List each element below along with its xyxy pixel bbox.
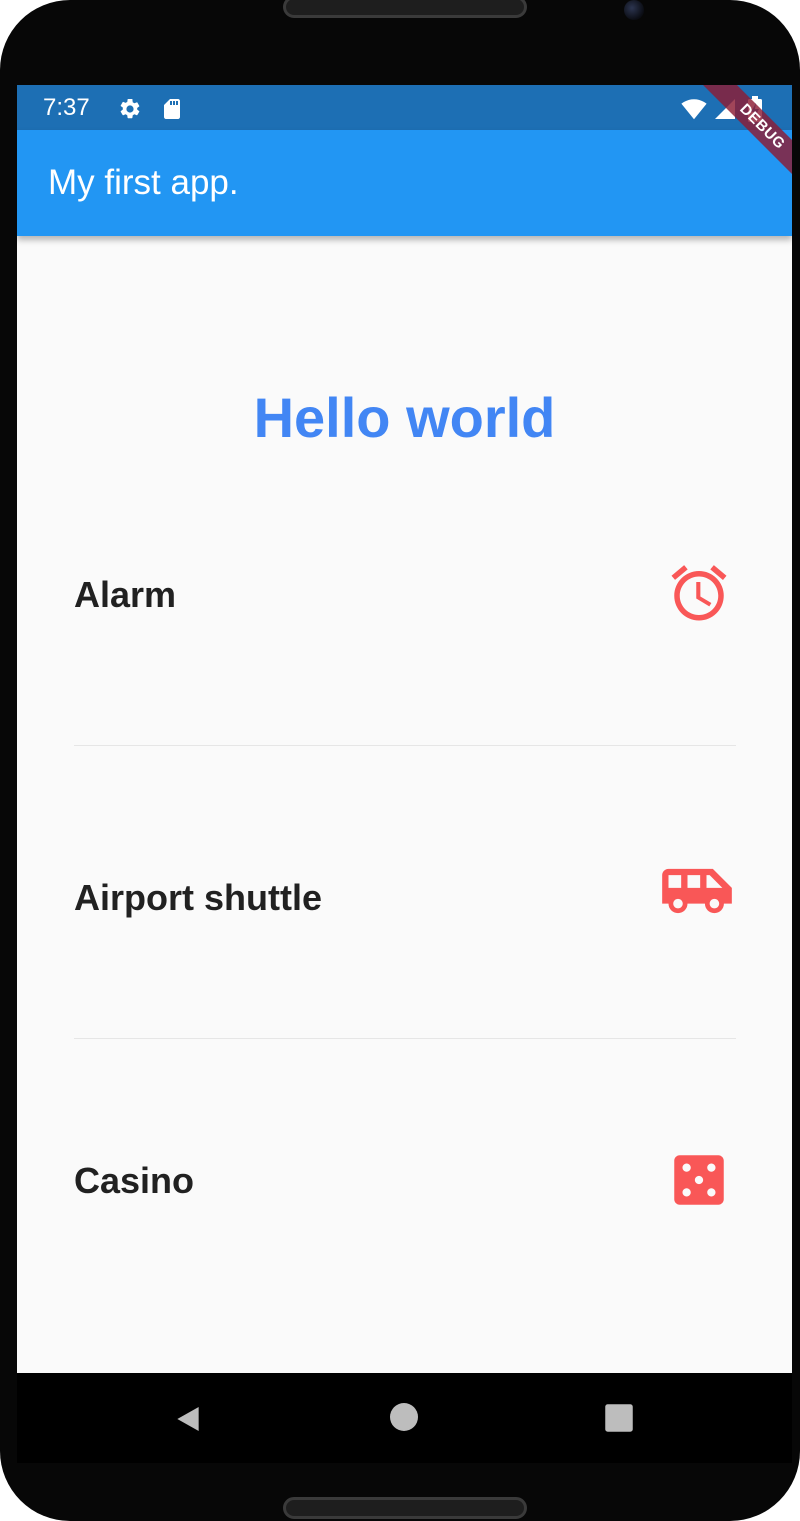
list-item-alarm[interactable]: Alarm [74, 540, 736, 650]
sd-card-icon [164, 99, 180, 119]
app-title: My first app. [48, 163, 239, 202]
status-time: 7:37 [43, 94, 90, 121]
list-item-label: Casino [74, 1160, 195, 1201]
bottom-speaker [283, 1497, 527, 1519]
front-camera [624, 0, 644, 20]
app-screen: 7:37 My first app. DEBUG Hello world Ala… [17, 85, 792, 1373]
list-item-label: Alarm [74, 574, 177, 615]
app-bar: My first app. [17, 130, 792, 236]
recents-icon[interactable] [604, 1403, 634, 1433]
list-item-label: Airport shuttle [74, 877, 322, 918]
navigation-bar [17, 1373, 792, 1463]
divider [74, 1038, 736, 1039]
hello-heading: Hello world [253, 386, 556, 449]
phone-frame: 7:37 My first app. DEBUG Hello world Ala… [0, 0, 800, 1521]
list-item-airport-shuttle[interactable]: Airport shuttle [74, 845, 736, 955]
divider [74, 745, 736, 746]
earpiece-speaker [283, 0, 527, 18]
casino-dice-icon [674, 1155, 724, 1205]
back-icon[interactable] [172, 1403, 204, 1435]
status-bar: 7:37 [17, 85, 792, 130]
home-icon[interactable] [390, 1403, 418, 1431]
debug-banner: DEBUG [687, 85, 792, 190]
settings-icon [120, 98, 140, 119]
list-item-casino[interactable]: Casino [74, 1125, 736, 1235]
alarm-icon [671, 565, 727, 621]
debug-banner-label: DEBUG [700, 85, 792, 189]
airport-shuttle-icon [662, 868, 732, 914]
